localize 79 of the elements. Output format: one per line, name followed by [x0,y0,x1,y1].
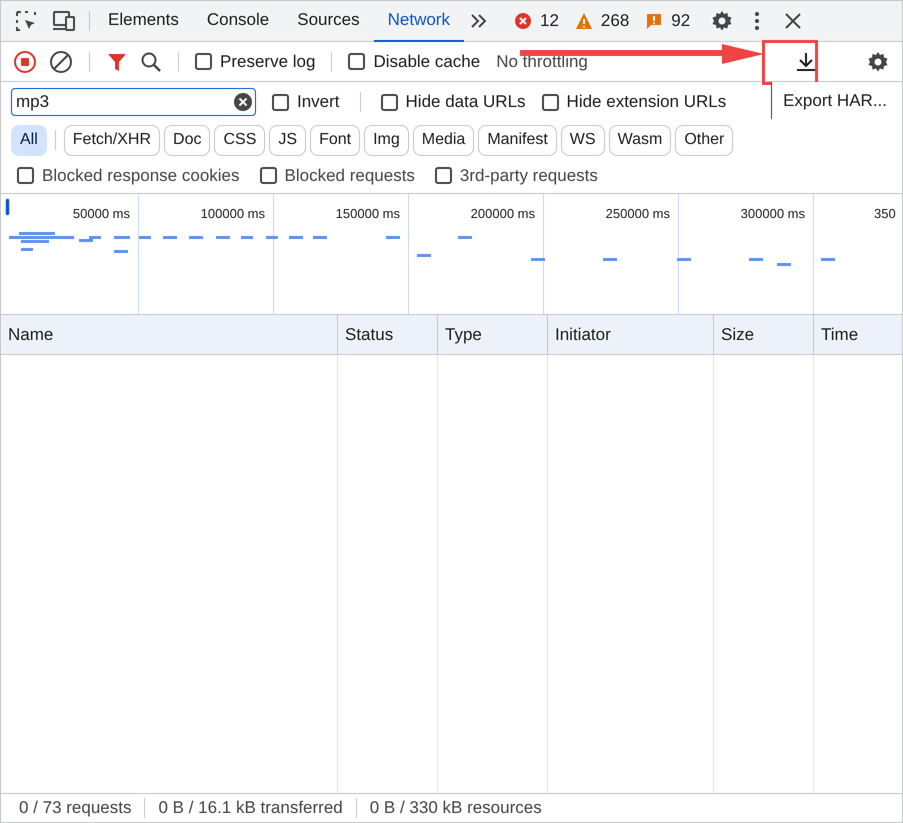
column-header[interactable]: Initiator [547,315,713,354]
error-icon [514,12,532,30]
record-icon[interactable] [13,50,37,74]
waterfall-bar [289,236,303,239]
clear-field-icon[interactable] [234,93,252,111]
waterfall-bar [458,236,472,239]
checkbox-option[interactable]: Invert [272,89,340,115]
status-text: 0 B / 330 kB resources [370,797,542,820]
type-filter-chip[interactable]: Doc [164,124,210,156]
type-filter-chip[interactable]: Other [675,124,734,156]
checkbox-option[interactable]: Disable cache [348,48,480,74]
waterfall-bar [749,258,763,261]
close-icon[interactable] [784,12,802,30]
waterfall-bar [21,248,33,251]
waterfall-bar [603,258,617,261]
column-header[interactable]: Time [813,315,903,354]
panel-tab[interactable]: Sources [283,0,374,42]
waterfall-bar [821,258,835,261]
time-tick-label: 350 [874,205,896,223]
warning-icon [574,12,593,30]
status-text: 0 B / 16.1 kB transferred [158,797,343,820]
panel-tab[interactable]: Console [192,0,284,42]
settings-icon[interactable] [710,9,734,33]
issue-icon [645,12,664,30]
warning-count[interactable]: 268 [600,8,630,34]
checkbox-option[interactable]: Preserve log [195,48,316,74]
checkbox-option[interactable]: 3rd-party requests [434,162,598,188]
clear-icon[interactable] [49,50,73,74]
type-filter-chip[interactable]: Font [310,124,360,156]
checkbox-option[interactable]: Hide extension URLs [542,89,726,115]
waterfall-bar [189,236,203,239]
waterfall-bar [417,254,431,257]
waterfall-bar [266,236,278,239]
type-filter-chip[interactable]: All [11,124,47,156]
waterfall-bar [241,236,253,239]
type-filter-chip[interactable]: Manifest [478,124,557,156]
type-filter-chip[interactable]: Wasm [608,124,672,156]
waterfall-bar [313,236,327,239]
waterfall-bar [139,236,151,239]
status-text: 0 / 73 requests [19,797,132,820]
type-filter-chip[interactable]: JS [269,124,306,156]
waterfall-bar [386,236,400,239]
type-filter-chip[interactable]: Fetch/XHR [64,124,160,156]
checkbox-option[interactable]: Blocked requests [260,162,415,188]
range-handle[interactable] [5,198,10,216]
panel-tab[interactable]: Network [374,0,464,42]
throttling-dropdown[interactable]: No throttling [496,48,588,74]
column-header[interactable]: Size [713,315,813,354]
type-filter-chip[interactable]: WS [560,124,605,156]
time-tick-label: 100000 ms [200,205,265,223]
type-filter-chip[interactable]: Img [364,124,409,156]
column-header[interactable]: Name [1,315,337,354]
time-tick-label: 300000 ms [740,205,805,223]
waterfall-bar [677,258,691,261]
issue-count[interactable]: 92 [671,8,690,34]
column-header[interactable]: Type [437,315,547,354]
error-count[interactable]: 12 [540,8,559,34]
waterfall-bar [777,263,791,266]
search-icon[interactable] [140,50,162,72]
waterfall-bar [114,236,130,239]
panel-tab[interactable]: Elements [94,0,193,42]
waterfall-bar [114,250,128,253]
waterfall-bar [163,236,177,239]
type-filter-chip[interactable]: CSS [214,124,266,156]
checkbox-option[interactable]: Blocked response cookies [17,162,240,188]
time-tick-label: 150000 ms [336,205,400,223]
inspect-icon[interactable] [13,8,39,34]
filter-field[interactable]: mp3 [11,88,256,116]
type-filter-chip[interactable]: Media [412,124,474,156]
time-tick-label: 50000 ms [72,205,130,223]
more-options-icon[interactable] [754,11,760,31]
settings-icon[interactable] [866,50,890,74]
waterfall-bar [216,236,230,239]
time-tick-label: 250000 ms [606,205,670,223]
checkbox-option[interactable]: Hide data URLs [380,89,526,115]
device-toolbar-icon[interactable] [51,8,77,34]
column-header[interactable]: Status [337,315,437,354]
waterfall-bar [531,258,545,261]
time-tick-label: 200000 ms [470,205,535,223]
